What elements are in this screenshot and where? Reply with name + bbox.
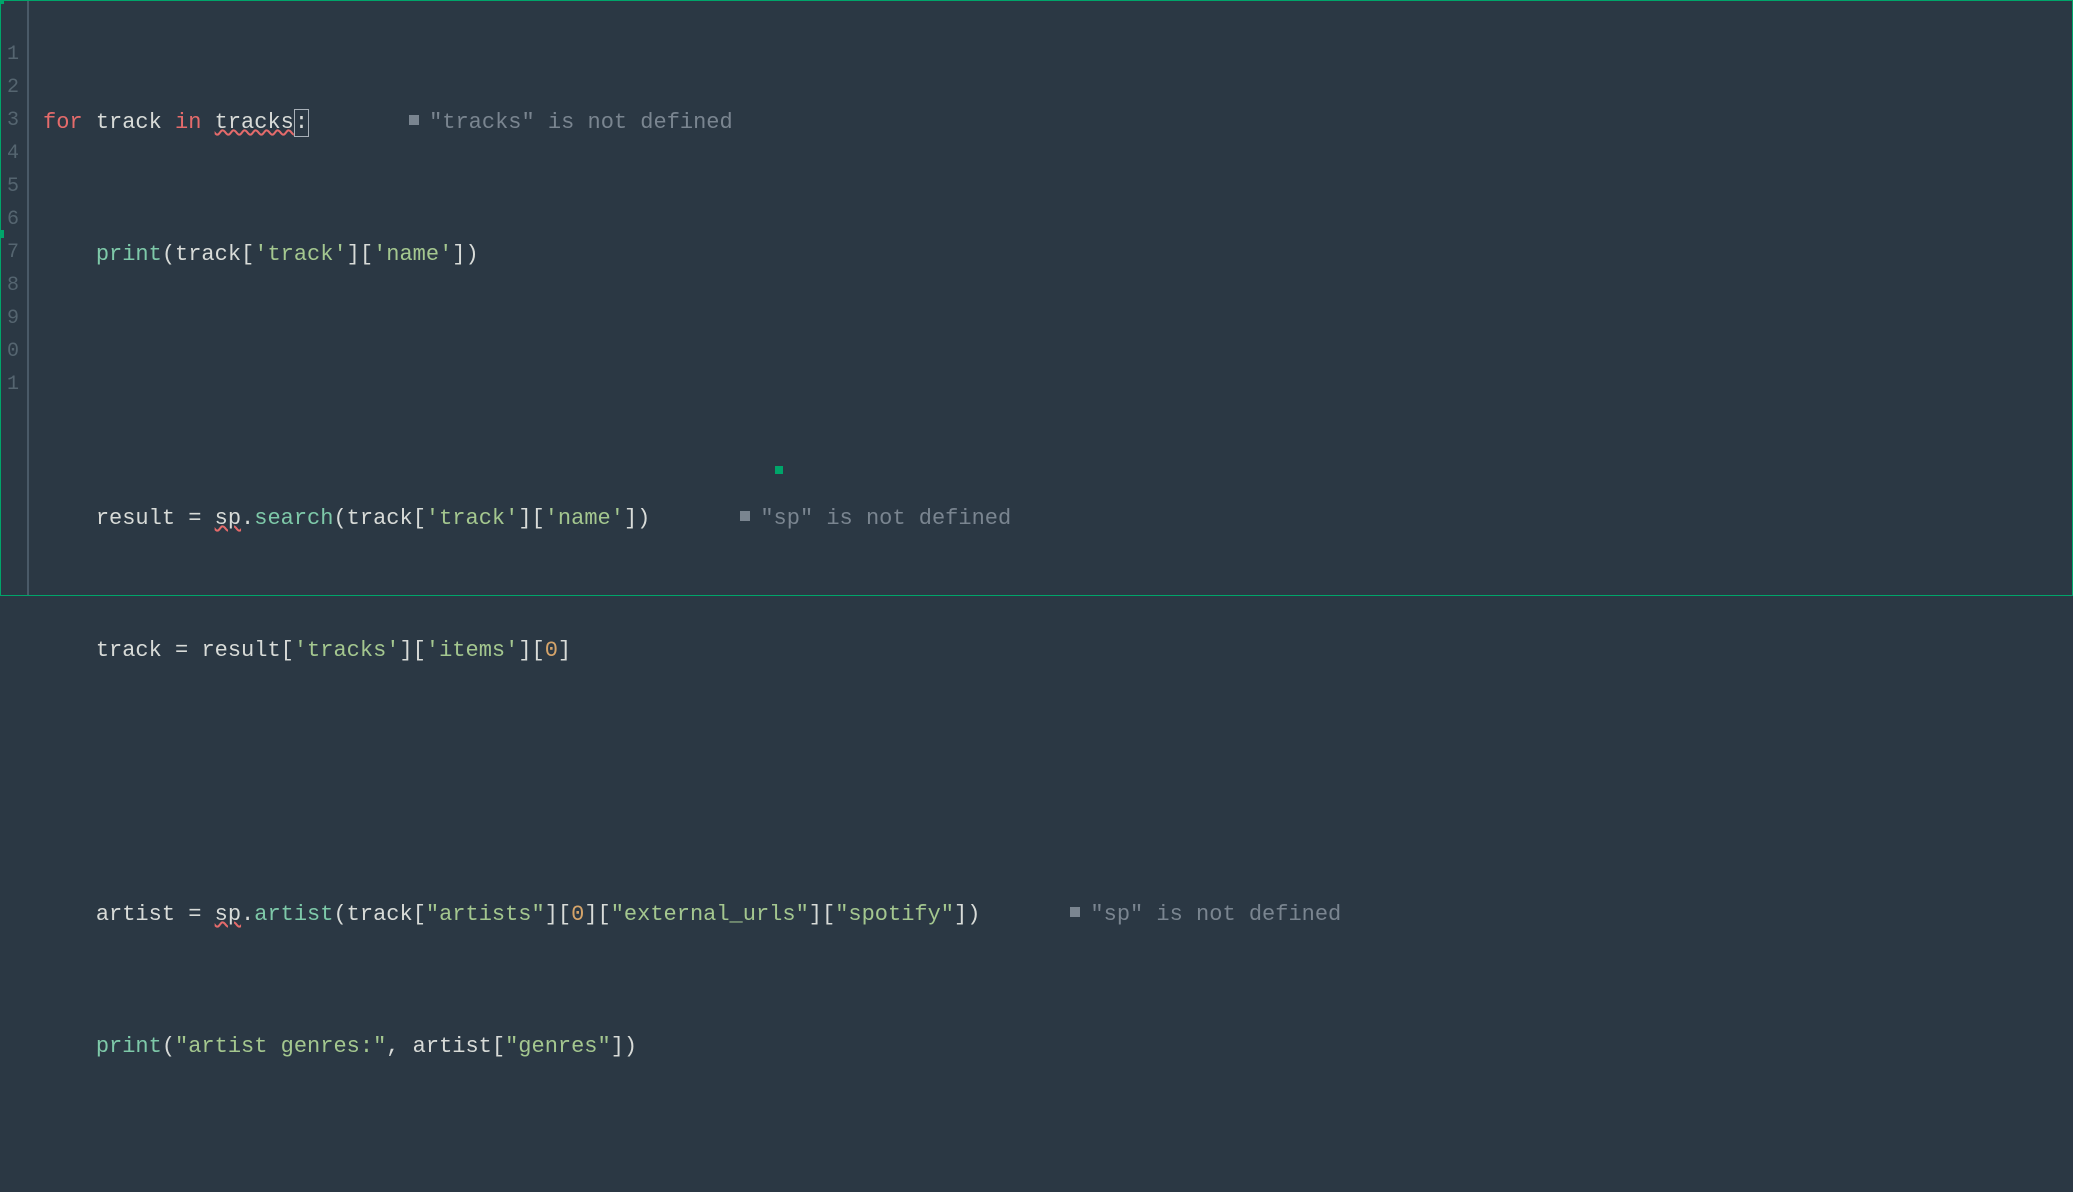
identifier-undefined: sp: [215, 898, 241, 931]
function-call: print: [96, 238, 162, 271]
line-number: 1: [5, 40, 19, 73]
line-number-gutter: 1 2 3 4 5 6 7 8 9 0 1: [1, 1, 29, 595]
diagnostic-marker-icon: [740, 511, 750, 521]
string-literal: "external_urls": [611, 898, 809, 931]
function-call: print: [96, 1030, 162, 1063]
diagnostic-text: "sp" is not defined: [760, 506, 1011, 531]
line-number: 7: [5, 238, 19, 271]
code-line[interactable]: print("artist genres:", artist["genres"]…: [43, 1030, 2062, 1063]
identifier: track: [96, 106, 162, 139]
cursor: :: [294, 109, 309, 137]
diagnostic-marker-icon: [409, 115, 419, 125]
number-literal: 0: [545, 634, 558, 667]
string-literal: 'tracks': [294, 634, 400, 667]
code-editor[interactable]: 1 2 3 4 5 6 7 8 9 0 1 for track in track…: [0, 0, 2073, 596]
string-literal: 'name': [545, 502, 624, 535]
diagnostic-inline[interactable]: "sp" is not defined: [1070, 898, 1341, 931]
string-literal: 'track': [254, 238, 346, 271]
line-number: 1: [5, 370, 19, 403]
code-line-empty[interactable]: [43, 370, 2062, 403]
code-line[interactable]: print(track['track']['name']): [43, 238, 2062, 271]
line-number: 8: [5, 271, 19, 304]
identifier: track: [175, 238, 241, 271]
string-literal: "artists": [426, 898, 545, 931]
identifier: track: [347, 502, 413, 535]
code-line[interactable]: artist = sp.artist(track["artists"][0]["…: [43, 898, 2062, 931]
keyword-for: for: [43, 106, 83, 139]
identifier: result: [96, 502, 175, 535]
function-call: search: [254, 502, 333, 535]
keyword-in: in: [175, 106, 201, 139]
string-literal: 'items': [426, 634, 518, 667]
diagnostic-marker-icon: [1070, 907, 1080, 917]
line-number: 6: [5, 205, 19, 238]
string-literal: "spotify": [835, 898, 954, 931]
code-line-empty[interactable]: [43, 1162, 2062, 1192]
code-area[interactable]: for track in tracks: "tracks" is not defi…: [29, 1, 2072, 595]
identifier: artist: [413, 1030, 492, 1063]
code-line[interactable]: result = sp.search(track['track']['name'…: [43, 502, 2062, 535]
string-literal: 'track': [426, 502, 518, 535]
identifier: result: [201, 634, 280, 667]
number-literal: 0: [571, 898, 584, 931]
line-number: 0: [5, 337, 19, 370]
diagnostic-text: "tracks" is not defined: [429, 110, 733, 135]
identifier-undefined: sp: [215, 502, 241, 535]
identifier: track: [347, 898, 413, 931]
code-line[interactable]: for track in tracks: "tracks" is not defi…: [43, 106, 2062, 139]
line-number: 3: [5, 106, 19, 139]
selection-handle-icon[interactable]: [0, 0, 4, 4]
line-number: 5: [5, 172, 19, 205]
diagnostic-text: "sp" is not defined: [1090, 902, 1341, 927]
diagnostic-inline[interactable]: "sp" is not defined: [740, 502, 1011, 535]
diagnostic-inline[interactable]: "tracks" is not defined: [409, 106, 733, 139]
code-line-empty[interactable]: [43, 766, 2062, 799]
line-number: 2: [5, 73, 19, 106]
line-number: [5, 7, 19, 40]
line-number: 9: [5, 304, 19, 337]
code-line[interactable]: track = result['tracks']['items'][0]: [43, 634, 2062, 667]
line-number: 4: [5, 139, 19, 172]
identifier: artist: [96, 898, 175, 931]
selection-handle-icon[interactable]: [775, 466, 783, 474]
selection-handle-icon[interactable]: [0, 230, 4, 238]
string-literal: 'name': [373, 238, 452, 271]
identifier: track: [96, 634, 162, 667]
identifier-undefined: tracks: [215, 106, 294, 139]
string-literal: "genres": [505, 1030, 611, 1063]
string-literal: "artist genres:": [175, 1030, 386, 1063]
function-call: artist: [254, 898, 333, 931]
